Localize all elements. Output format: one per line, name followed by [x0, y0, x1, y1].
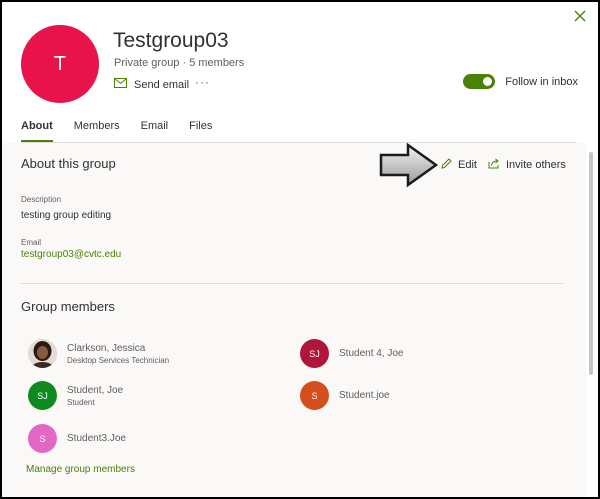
member-clarkson[interactable]: Clarkson, Jessica Desktop Services Techn…: [28, 339, 169, 368]
group-avatar-initial: T: [53, 52, 67, 75]
avatar: SJ: [300, 339, 329, 368]
avatar: S: [28, 424, 57, 453]
group-title: Testgroup03: [113, 29, 229, 52]
member-student3-joe[interactable]: S Student3.Joe: [28, 424, 126, 453]
tab-files[interactable]: Files: [189, 120, 212, 142]
avatar-initials: S: [311, 390, 318, 401]
avatar-initials: SJ: [309, 348, 320, 359]
toggle-knob: [483, 77, 493, 86]
section-divider: [21, 283, 564, 284]
more-options-button[interactable]: ···: [195, 75, 210, 89]
invite-others-button[interactable]: Invite others: [488, 158, 566, 172]
group-email-link[interactable]: testgroup03@cvtc.edu: [21, 249, 121, 260]
member-student4-joe[interactable]: SJ Student 4, Joe: [300, 339, 404, 368]
member-name: Student.joe: [339, 390, 390, 401]
tab-about[interactable]: About: [21, 120, 53, 142]
follow-label: Follow in inbox: [505, 75, 578, 88]
tab-email[interactable]: Email: [141, 120, 169, 142]
profile-photo-icon: [28, 339, 57, 368]
avatar: [28, 339, 57, 368]
member-title: Student: [67, 397, 95, 407]
member-name: Student3.Joe: [67, 433, 126, 444]
edit-label: Edit: [458, 159, 477, 171]
follow-toggle[interactable]: [463, 74, 496, 89]
description-label: Description: [21, 195, 62, 204]
member-name: Clarkson, Jessica: [67, 342, 146, 354]
member-name: Student 4, Joe: [339, 348, 404, 359]
scrollbar[interactable]: [589, 152, 593, 375]
member-name: Student, Joe: [67, 384, 124, 396]
avatar-initials: SJ: [37, 390, 48, 401]
group-avatar: T: [21, 25, 99, 103]
member-studentjoe[interactable]: S Student.joe: [300, 381, 390, 410]
about-section-title: About this group: [21, 156, 116, 171]
invite-label: Invite others: [506, 159, 566, 171]
send-email-label: Send email: [134, 78, 190, 91]
avatar: S: [300, 381, 329, 410]
group-card: T Testgroup03 Private group · 5 members …: [0, 0, 600, 499]
tab-members[interactable]: Members: [74, 120, 120, 142]
close-icon[interactable]: [572, 8, 588, 24]
avatar: SJ: [28, 381, 57, 410]
group-subtitle: Private group · 5 members: [114, 57, 245, 69]
avatar-initials: S: [39, 433, 46, 444]
edit-button[interactable]: Edit: [441, 158, 477, 172]
tab-bar: About Members Email Files: [21, 120, 212, 142]
follow-in-inbox: Follow in inbox: [463, 74, 578, 89]
description-value: testing group editing: [21, 210, 112, 221]
manage-group-members-link[interactable]: Manage group members: [26, 464, 135, 475]
send-email-button[interactable]: Send email: [114, 78, 189, 91]
arrow-pointer-icon: [378, 142, 440, 193]
share-icon: [488, 158, 500, 172]
group-members-title: Group members: [21, 299, 115, 314]
email-label: Email: [21, 238, 42, 247]
member-title: Desktop Services Technician: [67, 355, 170, 365]
pencil-icon: [441, 158, 452, 172]
member-student-joe[interactable]: SJ Student, Joe Student: [28, 381, 123, 410]
mail-icon: [114, 78, 127, 91]
